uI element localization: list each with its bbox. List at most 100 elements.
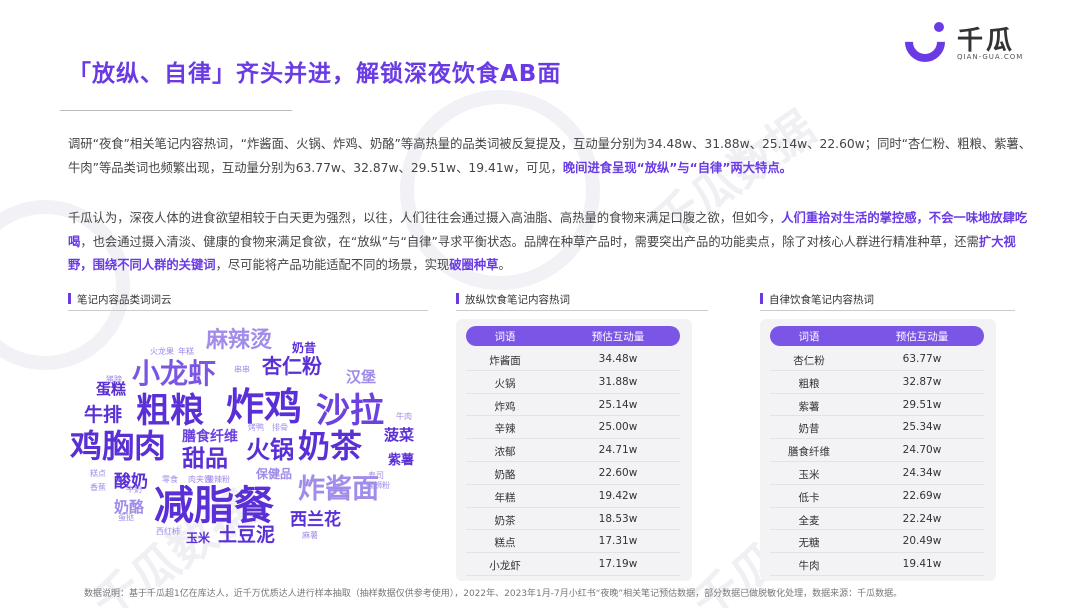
row-word: 奶茶 <box>494 514 516 527</box>
intro-text: 千瓜认为，深夜人体的进食欲望相较于白天更为强烈，以往，人们往往会通过摄入高油脂、… <box>68 211 782 225</box>
intro-text: ，也会通过摄入清淡、健康的食物来满足食欲，在“放纵”与“自律”寻求平衡状态。品牌… <box>80 234 979 249</box>
table-header: 词语 预估互动量 <box>770 326 984 346</box>
table-row: 浓郁 24.71w <box>466 439 680 462</box>
table-row: 火锅 31.88w <box>466 371 680 394</box>
row-value: 24.70w <box>902 444 942 457</box>
table-row: 紫薯 29.51w <box>770 394 984 417</box>
row-word: 全麦 <box>798 514 820 527</box>
cloud-word: 膳食纤维 <box>182 429 238 445</box>
cloud-word: 麻薯 <box>302 531 318 540</box>
row-value: 17.19w <box>598 558 638 571</box>
cloud-word: 寿司 <box>368 471 384 480</box>
header-word: 词语 <box>494 331 516 343</box>
cloud-word: 牛排 <box>84 404 123 426</box>
cloud-word: 玉米 <box>186 531 211 545</box>
row-word: 杏仁粉 <box>793 355 825 367</box>
header-word: 词语 <box>798 331 820 343</box>
discipline-table-title: 自律饮食笔记内容热词 <box>760 292 874 307</box>
cloud-word: 西红柿 <box>156 527 180 536</box>
cloud-word: 保健品 <box>256 467 293 481</box>
cloud-word: 紫薯 <box>388 453 415 468</box>
cloud-word: 奶茶 <box>298 427 363 465</box>
row-word: 火锅 <box>494 377 516 390</box>
table-row: 牛肉 19.41w <box>770 553 984 576</box>
row-word: 牛肉 <box>798 560 820 573</box>
row-value: 25.00w <box>598 421 638 434</box>
table-row: 低卡 22.69w <box>770 485 984 508</box>
row-word: 膳食纤维 <box>788 446 830 459</box>
row-value: 18.53w <box>598 512 638 525</box>
table-row: 奶昔 25.34w <box>770 416 984 440</box>
header-value: 预估互动量 <box>591 331 645 343</box>
intro-text: ，尽可能将产品功能适配不同的场景，实现 <box>215 258 450 272</box>
indulge-table: 词语 预估互动量 炸酱面 34.48w 火锅 31.88w 炸鸡 25.14w 辛辣 25.0… <box>456 319 692 581</box>
cloud-word: 零食 <box>162 475 178 484</box>
cloud-word: 粗粮 <box>136 391 204 431</box>
table-row: 奶茶 18.53w <box>466 508 680 531</box>
row-word: 粗粮 <box>798 377 820 390</box>
table-row: 粗粮 32.87w <box>770 371 984 394</box>
cloud-word: 牛奶 <box>126 485 142 494</box>
table-row: 全麦 22.24w <box>770 508 984 531</box>
row-value: 19.41w <box>902 558 942 571</box>
row-value: 31.88w <box>598 375 638 388</box>
row-word: 年糕 <box>494 491 516 504</box>
word-cloud: 减脂餐 炸鸡 沙拉 粗粮 鸡胸肉 奶茶 小龙虾 炸酱面 火锅 甜品 麻辣烫 杏仁粉 牛排 土豆泥 酸奶 西兰花… <box>66 318 426 580</box>
row-value: 24.71w <box>598 444 638 457</box>
indulge-table-title: 放纵饮食笔记内容热词 <box>456 292 570 307</box>
intro-text: 。 <box>498 258 511 272</box>
row-word: 糕点 <box>494 537 516 550</box>
table-row: 年糕 19.42w <box>466 485 680 508</box>
row-word: 辛辣 <box>494 423 516 436</box>
table-row: 玉米 24.34w <box>770 462 984 485</box>
row-value: 22.60w <box>598 467 638 479</box>
cloud-word: 烤鸭 <box>248 423 264 432</box>
logo-dot-icon <box>934 22 944 32</box>
row-value: 19.42w <box>598 489 638 502</box>
cloud-word: 甜品 <box>182 446 228 472</box>
table-row: 小龙虾 17.19w <box>466 553 680 576</box>
cloud-word: 排骨 <box>272 423 288 432</box>
table-row: 杏仁粉 63.77w <box>770 348 984 371</box>
intro-highlight: 破圈种草 <box>449 258 499 272</box>
table-row: 奶酪 22.60w <box>466 462 680 485</box>
cloud-word: 减脂餐 <box>154 483 274 529</box>
cloud-word: 菠菜 <box>384 426 415 444</box>
cloud-word: 沙拉 <box>316 391 384 431</box>
logo-domain: QIAN-GUA.COM <box>957 53 1024 61</box>
row-value: 22.24w <box>902 512 942 525</box>
cloud-word: 蛋挞 <box>118 513 134 522</box>
intro-highlight: 晚间进食呈现“放纵”与“自律”两大特点。 <box>562 160 792 175</box>
table-row: 炸鸡 25.14w <box>466 394 680 417</box>
row-value: 25.14w <box>598 398 638 411</box>
cloud-word: 麻辣烫 <box>206 328 273 353</box>
row-word: 紫薯 <box>798 400 820 413</box>
logo-name: 千瓜 <box>957 26 1016 56</box>
cloud-word: 鸡胸肉 <box>70 427 167 465</box>
cloud-word: 小龙虾 <box>132 357 217 390</box>
cloud-word: 炸鸡 <box>226 385 303 429</box>
row-value: 32.87w <box>902 375 942 388</box>
row-word: 炸酱面 <box>489 355 521 367</box>
cloud-word: 猪蹄 <box>106 375 122 384</box>
cloud-word: 糕点 <box>90 469 106 478</box>
row-word: 小龙虾 <box>489 560 521 573</box>
row-value: 34.48w <box>598 353 638 365</box>
row-value: 29.51w <box>902 398 942 411</box>
cloud-word: 西兰花 <box>290 510 341 530</box>
row-value: 25.34w <box>902 421 942 434</box>
row-value: 24.34w <box>902 467 942 479</box>
data-footnote: 数据说明：基于千瓜超1亿在库达人，近千万优质达人进行样本抽取（抽样数据仅供参考使… <box>84 589 903 599</box>
title-divider <box>60 110 292 111</box>
row-word: 奶酪 <box>494 469 516 481</box>
table-row: 炸酱面 34.48w <box>466 348 680 371</box>
row-value: 22.69w <box>902 489 942 502</box>
cloud-word: 蛋糕 <box>96 380 127 398</box>
wordcloud-divider <box>68 310 428 311</box>
row-word: 浓郁 <box>494 446 516 459</box>
cloud-word: 年糕 <box>178 347 194 356</box>
cloud-word: 串串 <box>234 365 250 374</box>
logo-ring-icon <box>896 13 954 71</box>
cloud-word: 火龙果 <box>150 347 174 356</box>
intro-paragraph-1: 调研“夜食”相关笔记内容热词，“炸酱面、火锅、炸鸡、奶酪”等高热量的品类词被反复… <box>68 133 1036 180</box>
